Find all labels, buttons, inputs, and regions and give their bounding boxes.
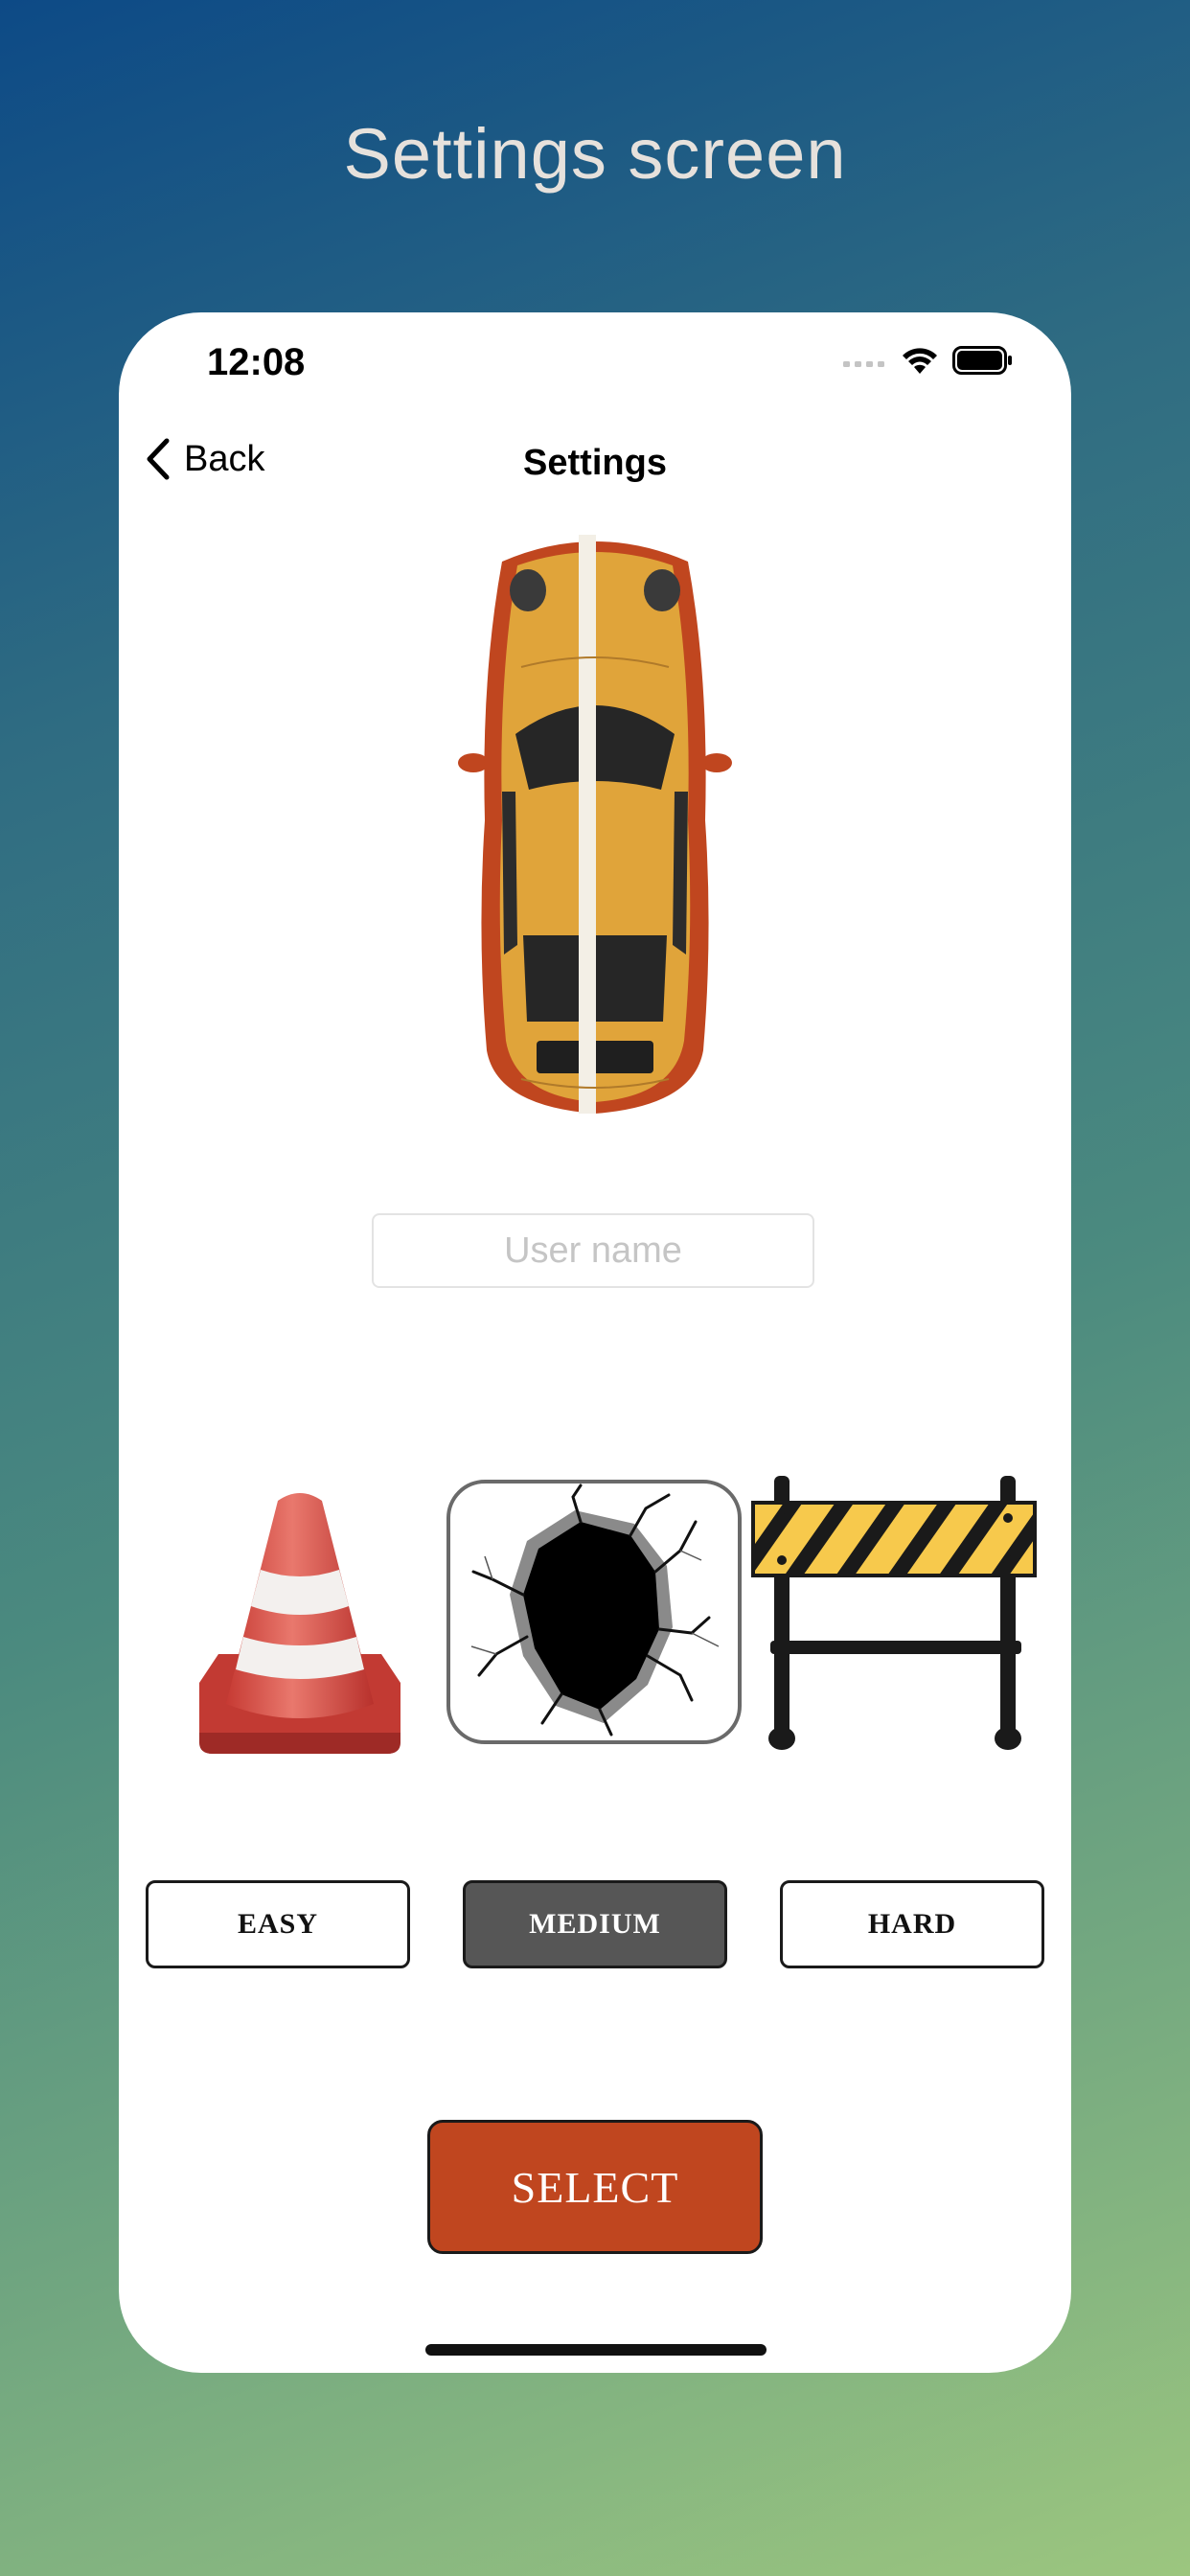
obstacle-hard[interactable] xyxy=(751,1476,1039,1754)
screen-title: Settings xyxy=(523,443,667,483)
page-title: Settings screen xyxy=(343,114,847,194)
car-image xyxy=(458,535,732,1114)
username-input[interactable] xyxy=(372,1213,814,1288)
home-indicator[interactable] xyxy=(425,2344,767,2356)
difficulty-medium-button[interactable]: MEDIUM xyxy=(463,1880,727,1968)
select-button[interactable]: SELECT xyxy=(427,2120,763,2254)
obstacle-easy[interactable] xyxy=(190,1482,410,1760)
battery-icon xyxy=(952,346,1012,375)
cellular-signal-icon xyxy=(843,361,884,367)
wifi-icon xyxy=(903,348,937,374)
status-time: 12:08 xyxy=(207,341,306,383)
traffic-cone-icon xyxy=(199,1493,400,1754)
road-barrier-icon xyxy=(751,1476,1037,1750)
phone-screen: 12:08 Back Settings User name EASY MEDIU… xyxy=(119,312,1071,2373)
status-icons xyxy=(843,345,1014,376)
obstacle-medium[interactable] xyxy=(446,1480,742,1744)
difficulty-hard-button[interactable]: HARD xyxy=(780,1880,1044,1968)
difficulty-easy-button[interactable]: EASY xyxy=(146,1880,410,1968)
cracked-hole-icon xyxy=(470,1484,720,1736)
